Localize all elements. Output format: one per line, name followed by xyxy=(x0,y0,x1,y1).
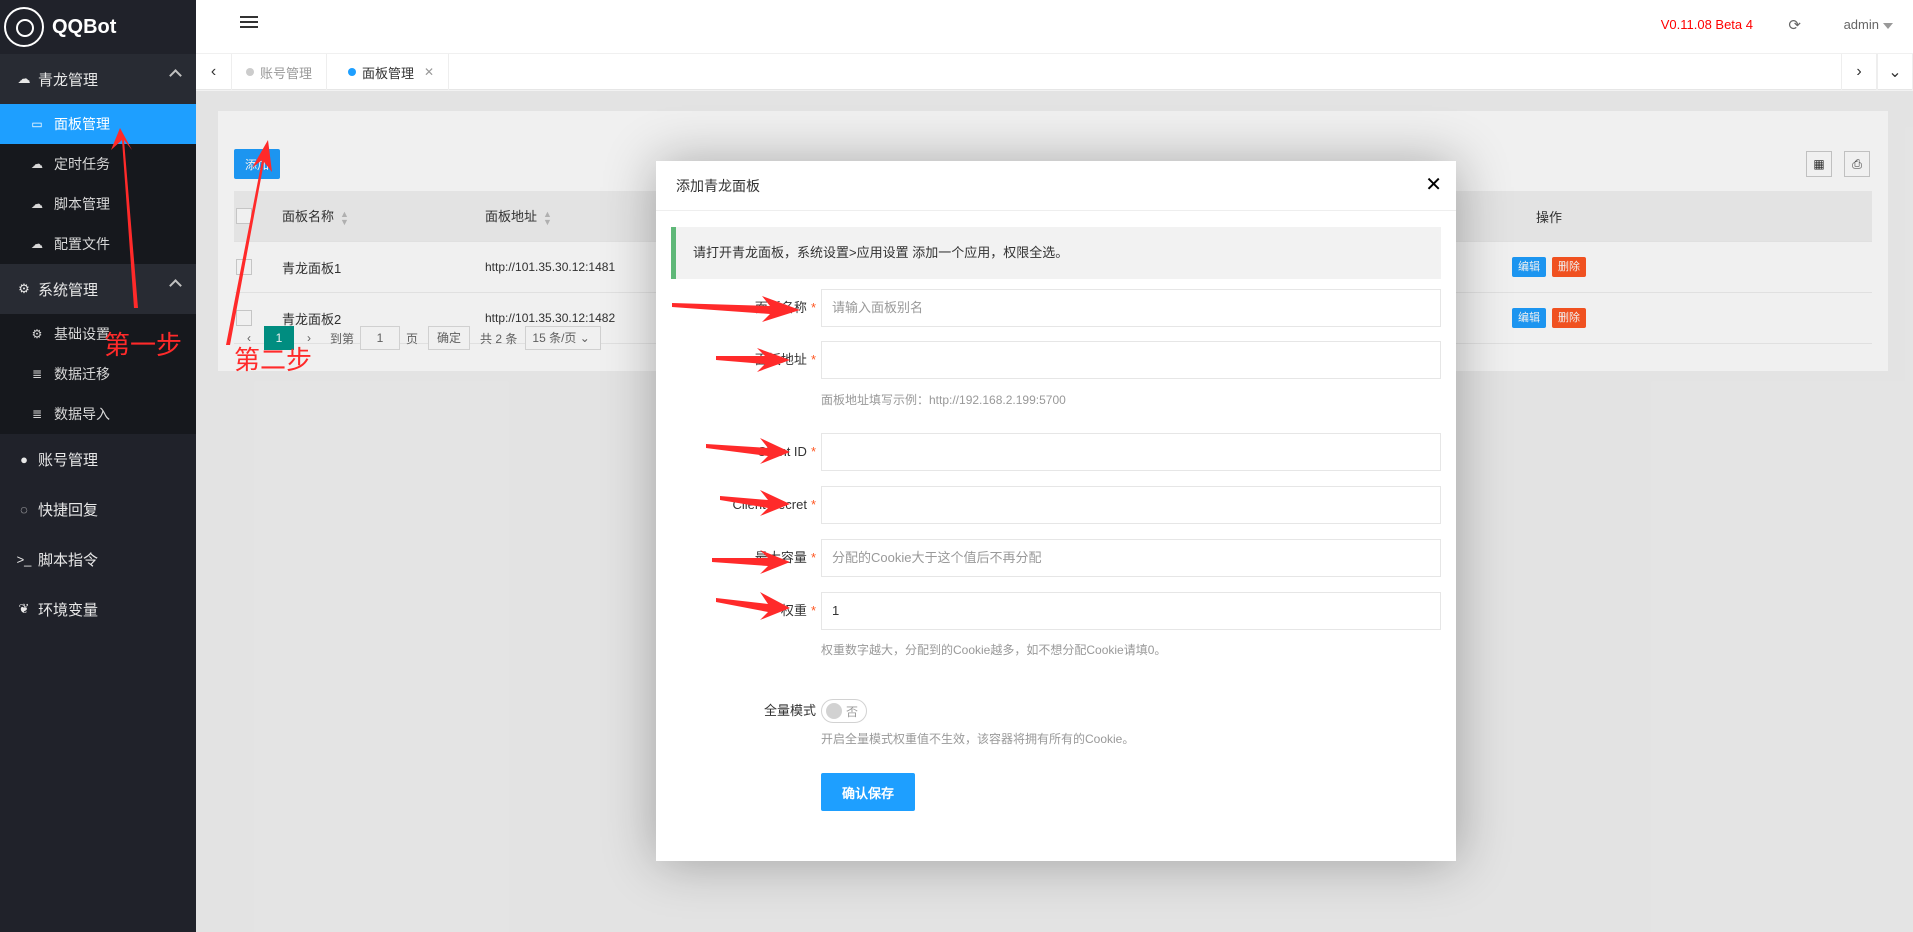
tab-panels[interactable]: 面板管理 ✕ xyxy=(334,54,450,90)
cloud-icon: ☁ xyxy=(31,237,43,251)
gear-icon: ⚙ xyxy=(18,281,30,296)
field-capacity: 最大容量 * 分配的Cookie大于这个值后不再分配 xyxy=(656,539,1456,577)
cloud-icon: ☁ xyxy=(17,71,31,86)
top-header: V0.11.08 Beta 4 ⟳ admin xyxy=(196,0,1913,54)
sidebar-item-quick-reply[interactable]: ◌ 快捷回复 xyxy=(0,484,196,534)
capacity-input[interactable]: 分配的Cookie大于这个值后不再分配 xyxy=(821,539,1441,577)
address-hint: 面板地址填写示例：http://192.168.2.199:5700 xyxy=(821,393,1066,407)
annotation-step1: 第一步 xyxy=(104,330,183,360)
add-panel-dialog: 添加青龙面板 ✕ 请打开青龙面板，系统设置>应用设置 添加一个应用，权限全选。 … xyxy=(656,161,1456,861)
close-icon[interactable]: ✕ xyxy=(424,65,434,79)
sidebar-item-config[interactable]: ☁ 配置文件 xyxy=(0,224,196,264)
dialog-title: 添加青龙面板 xyxy=(656,161,1456,211)
field-client-id: Client ID * xyxy=(656,433,1456,471)
gear-icon: ⚙ xyxy=(31,327,43,341)
close-icon[interactable]: ✕ xyxy=(1425,175,1442,195)
tab-accounts[interactable]: 账号管理 xyxy=(232,54,328,90)
nav-group-label: 系统管理 xyxy=(38,281,99,299)
sidebar-item-env-vars[interactable]: ❦ 环境变量 xyxy=(0,584,196,634)
full-mode-hint: 开启全量模式权重值不生效，该容器将拥有所有的Cookie。 xyxy=(821,732,1135,746)
window-icon: ▭ xyxy=(31,117,43,131)
database-icon: ≣ xyxy=(31,367,43,381)
sidebar: QQBot ☁ 青龙管理 ▭ 面板管理 ☁ 定时任务 ☁ 脚本管理 ☁ 配置文件 ⚙ 系… xyxy=(0,0,196,932)
sidebar-item-data-import[interactable]: ≣ 数据导入 xyxy=(0,394,196,434)
panel-name-input[interactable]: 请输入面板别名 xyxy=(821,289,1441,327)
user-menu[interactable]: admin xyxy=(1844,17,1893,32)
caret-down-icon xyxy=(1883,22,1893,29)
leaf-icon: ❦ xyxy=(18,601,30,616)
refresh-icon[interactable]: ⟳ xyxy=(1788,16,1801,34)
users-icon: ● xyxy=(20,451,28,467)
client-secret-input[interactable] xyxy=(821,486,1441,524)
nav-group-system[interactable]: ⚙ 系统管理 xyxy=(0,264,196,314)
sidebar-item-script-commands[interactable]: >_ 脚本指令 xyxy=(0,534,196,584)
chevron-down-icon[interactable]: ⌄ xyxy=(1877,54,1913,90)
terminal-icon: >_ xyxy=(16,551,32,567)
chevron-right-icon[interactable]: › xyxy=(1841,54,1877,90)
field-full-mode: 全量模式 xyxy=(763,703,816,718)
sidebar-item-panel[interactable]: ▭ 面板管理 xyxy=(0,104,196,144)
cloud-icon: ☁ xyxy=(31,157,43,171)
chat-icon: ◌ xyxy=(20,501,28,517)
chevron-left-icon[interactable]: ‹ xyxy=(196,54,232,90)
tab-bar: ‹ 账号管理 面板管理 ✕ › ⌄ xyxy=(196,54,1913,90)
sidebar-item-accounts[interactable]: ● 账号管理 xyxy=(0,434,196,484)
weight-hint: 权重数字越大，分配到的Cookie越多，如不想分配Cookie请填0。 xyxy=(821,643,1167,657)
sidebar-item-scripts[interactable]: ☁ 脚本管理 xyxy=(0,184,196,224)
sidebar-item-cron[interactable]: ☁ 定时任务 xyxy=(0,144,196,184)
field-panel-address: 面板地址 * xyxy=(656,341,1456,379)
chevron-up-icon xyxy=(169,279,182,292)
field-client-secret: Client Secret * xyxy=(656,486,1456,524)
client-id-input[interactable] xyxy=(821,433,1441,471)
dialog-notice: 请打开青龙面板，系统设置>应用设置 添加一个应用，权限全选。 xyxy=(671,227,1441,279)
weight-input[interactable]: 1 xyxy=(821,592,1441,630)
annotation-step2: 第二步 xyxy=(234,345,313,375)
panel-address-input[interactable] xyxy=(821,341,1441,379)
full-mode-toggle[interactable]: 否 xyxy=(821,699,867,723)
confirm-save-button[interactable]: 确认保存 xyxy=(821,773,915,811)
cloud-icon: ☁ xyxy=(31,197,43,211)
chevron-up-icon xyxy=(169,69,182,82)
version-label: V0.11.08 Beta 4 xyxy=(1660,17,1753,32)
nav-group-qinglong[interactable]: ☁ 青龙管理 xyxy=(0,54,196,104)
bot-logo-icon xyxy=(4,7,44,47)
logo: QQBot xyxy=(0,0,196,54)
menu-toggle-icon[interactable] xyxy=(240,16,258,30)
field-panel-name: 面板名称 * 请输入面板别名 xyxy=(656,289,1456,327)
nav-group-label: 青龙管理 xyxy=(38,71,99,89)
app-name: QQBot xyxy=(52,15,117,38)
field-weight: 权重 * 1 xyxy=(656,592,1456,630)
database-icon: ≣ xyxy=(31,407,43,421)
